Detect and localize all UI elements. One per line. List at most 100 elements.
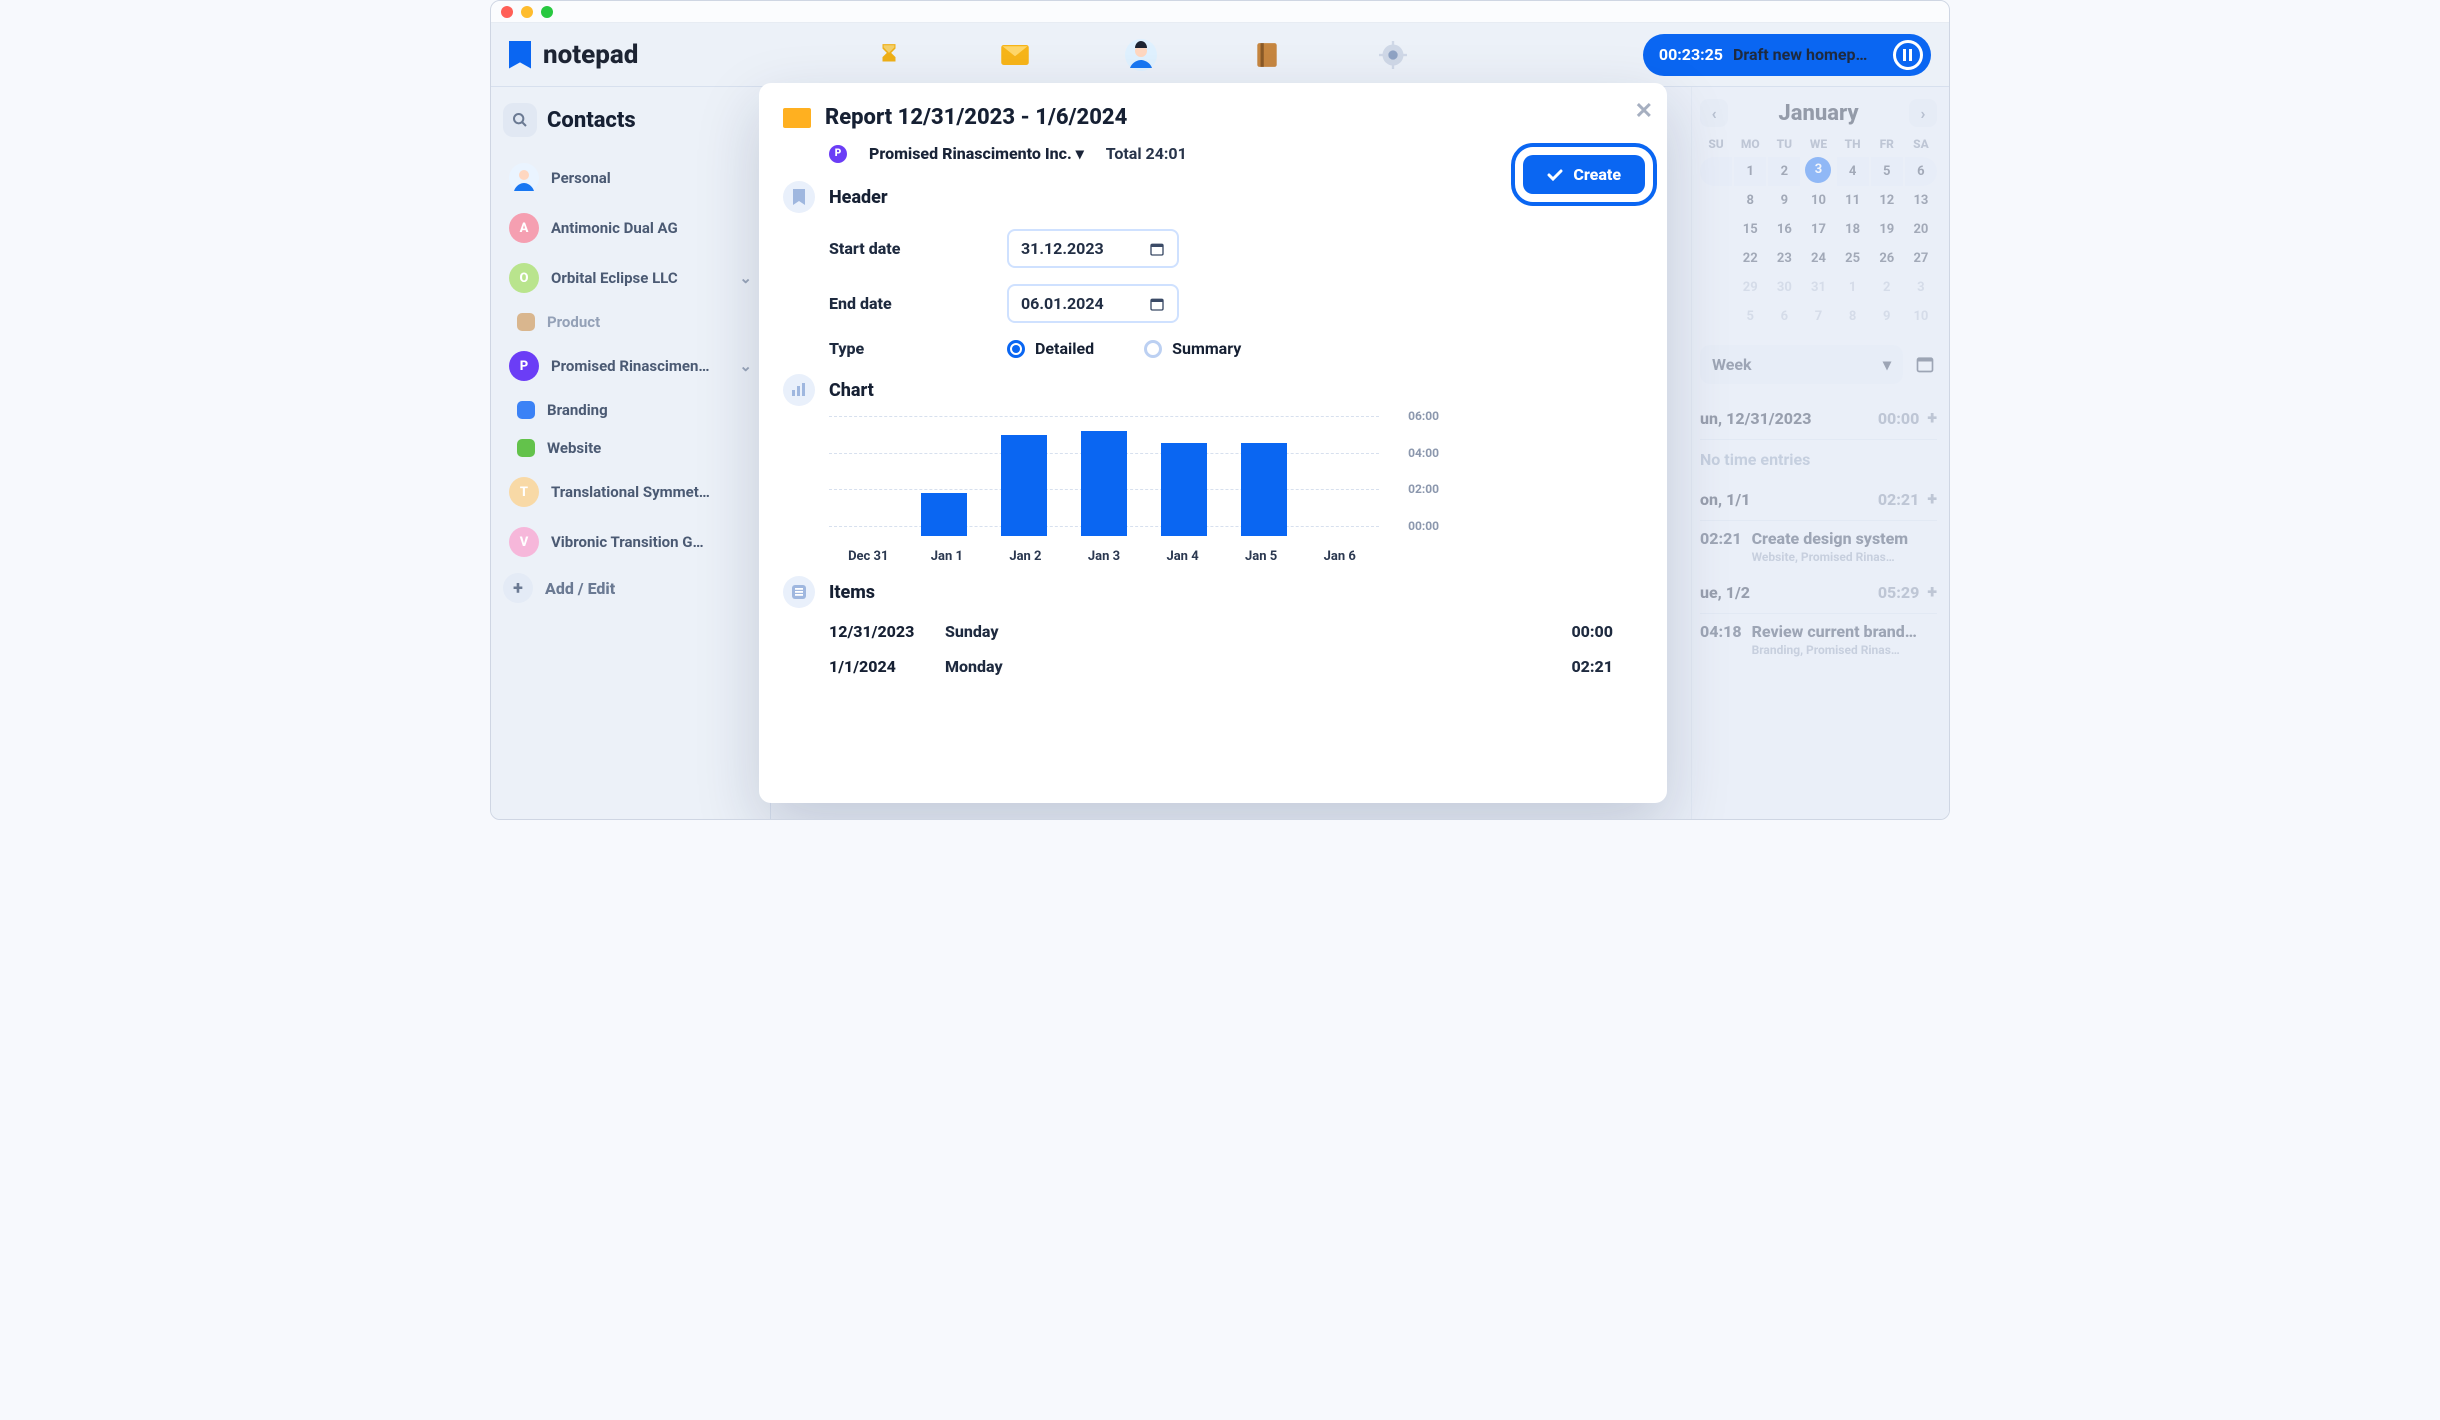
timer-task: Draft new homep… xyxy=(1733,45,1883,64)
create-button[interactable]: Create xyxy=(1523,155,1645,194)
radio-detailed[interactable]: Detailed xyxy=(1007,339,1094,358)
calendar-cell[interactable] xyxy=(1700,157,1732,186)
calendar-cell[interactable]: 5 xyxy=(1871,157,1903,186)
calendar-cell[interactable]: 19 xyxy=(1871,215,1903,244)
calendar-cell[interactable]: 2 xyxy=(1768,157,1800,186)
calendar-cell[interactable]: 30 xyxy=(1768,273,1800,302)
client-badge: O xyxy=(509,263,539,293)
entry-day: ue, 1/2 05:29 + xyxy=(1700,572,1937,614)
calendar-cell[interactable]: 10 xyxy=(1802,186,1834,215)
start-date-input[interactable]: 31.12.2023 xyxy=(1007,229,1179,268)
calendar-cell[interactable]: 12 xyxy=(1871,186,1903,215)
calendar-cell[interactable]: 25 xyxy=(1837,244,1869,273)
calendar-cell[interactable]: 24 xyxy=(1802,244,1834,273)
calendar-cell[interactable]: 2 xyxy=(1871,273,1903,302)
nav-settings-icon[interactable] xyxy=(1376,38,1410,72)
pause-button[interactable] xyxy=(1893,40,1923,70)
window-max-dot[interactable] xyxy=(541,6,553,18)
sidebar-add-edit[interactable]: + Add / Edit xyxy=(503,573,758,603)
month-prev-icon[interactable]: ‹ xyxy=(1700,99,1728,127)
sidebar-item-personal[interactable]: Personal xyxy=(503,153,758,203)
calendar-cell[interactable] xyxy=(1700,273,1732,302)
calendar-cell[interactable]: 26 xyxy=(1871,244,1903,273)
calendar-cell[interactable]: 1 xyxy=(1734,157,1766,186)
nav-mail-icon[interactable] xyxy=(998,38,1032,72)
calendar-cell[interactable]: 16 xyxy=(1768,215,1800,244)
calendar-cell[interactable]: 31 xyxy=(1802,273,1834,302)
create-highlight: Create xyxy=(1511,143,1657,206)
item-date: 12/31/2023 xyxy=(829,622,925,641)
calendar-cell[interactable]: 8 xyxy=(1837,302,1869,331)
calendar-cell[interactable]: 7 xyxy=(1802,302,1834,331)
no-entries: No time entries xyxy=(1700,440,1937,479)
nav-hourglass-icon[interactable] xyxy=(872,38,906,72)
task-duration: 04:18 xyxy=(1700,622,1742,657)
calendar-cell[interactable]: 6 xyxy=(1905,157,1937,186)
calendar-cell[interactable]: 18 xyxy=(1837,215,1869,244)
sidebar-item-orbital[interactable]: O Orbital Eclipse LLC ⌄ xyxy=(503,253,758,303)
add-entry-icon[interactable]: + xyxy=(1927,408,1937,429)
items-list: 12/31/2023Sunday00:001/1/2024Monday02:21 xyxy=(829,614,1643,684)
client-name[interactable]: Promised Rinascimento Inc. ▾ xyxy=(869,144,1084,163)
item-duration: 02:21 xyxy=(1571,657,1613,676)
sidebar-item-translational[interactable]: T Translational Symmet… xyxy=(503,467,758,517)
week-select[interactable]: Week ▾ xyxy=(1700,345,1903,384)
entry-task[interactable]: 04:18 Review current brand… Branding, Pr… xyxy=(1700,614,1937,665)
chart-icon xyxy=(783,374,815,406)
chevron-down-icon: ⌄ xyxy=(739,357,752,375)
radio-label: Detailed xyxy=(1035,339,1094,358)
calendar-cell[interactable]: 9 xyxy=(1871,302,1903,331)
calendar-cell[interactable]: 13 xyxy=(1905,186,1937,215)
entry-task[interactable]: 02:21 Create design system Website, Prom… xyxy=(1700,521,1937,572)
month-next-icon[interactable]: › xyxy=(1909,99,1937,127)
calendar-cell[interactable]: 8 xyxy=(1734,186,1766,215)
calendar-icon[interactable] xyxy=(1915,354,1937,376)
bookmark-icon xyxy=(783,181,815,213)
add-entry-icon[interactable]: + xyxy=(1927,582,1937,603)
sidebar-item-label: Product xyxy=(547,313,600,331)
calendar-cell[interactable] xyxy=(1700,186,1732,215)
sidebar-item-vibronic[interactable]: V Vibronic Transition G… xyxy=(503,517,758,567)
calendar-cell[interactable] xyxy=(1700,215,1732,244)
y-tick: 02:00 xyxy=(1408,482,1439,496)
add-entry-icon[interactable]: + xyxy=(1927,489,1937,510)
calendar-cell[interactable]: 10 xyxy=(1905,302,1937,331)
nav-book-icon[interactable] xyxy=(1250,38,1284,72)
sidebar-subitem-branding[interactable]: Branding xyxy=(503,391,758,429)
calendar-cell[interactable]: 20 xyxy=(1905,215,1937,244)
calendar-cell[interactable]: 23 xyxy=(1768,244,1800,273)
calendar-cell[interactable] xyxy=(1700,302,1732,331)
calendar-cell[interactable]: 17 xyxy=(1802,215,1834,244)
sidebar-subitem-website[interactable]: Website xyxy=(503,429,758,467)
calendar-cell[interactable]: 1 xyxy=(1837,273,1869,302)
calendar-cell[interactable] xyxy=(1700,244,1732,273)
calendar-cell[interactable]: 27 xyxy=(1905,244,1937,273)
calendar-cell[interactable]: 3 xyxy=(1805,157,1831,183)
radio-summary[interactable]: Summary xyxy=(1144,339,1241,358)
window-close-dot[interactable] xyxy=(501,6,513,18)
sidebar-item-promised[interactable]: P Promised Rinascimen… ⌄ xyxy=(503,341,758,391)
nav-avatar-icon[interactable] xyxy=(1124,38,1158,72)
end-date-input[interactable]: 06.01.2024 xyxy=(1007,284,1179,323)
calendar-cell[interactable]: 5 xyxy=(1734,302,1766,331)
chevron-down-icon: ▾ xyxy=(1076,144,1084,163)
sidebar-subitem-product[interactable]: Product xyxy=(503,303,758,341)
x-tick: Jan 2 xyxy=(986,549,1065,564)
close-icon[interactable]: ✕ xyxy=(1635,99,1653,124)
item-date: 1/1/2024 xyxy=(829,657,925,676)
calendar-cell[interactable]: 4 xyxy=(1837,157,1869,186)
timer-pill[interactable]: 00:23:25 Draft new homep… xyxy=(1643,34,1931,76)
calendar-cell[interactable]: 11 xyxy=(1837,186,1869,215)
calendar-cell[interactable]: 15 xyxy=(1734,215,1766,244)
calendar-cell[interactable]: 22 xyxy=(1734,244,1766,273)
calendar-cell[interactable]: 9 xyxy=(1768,186,1800,215)
calendar-cell[interactable]: 3 xyxy=(1905,273,1937,302)
search-icon[interactable] xyxy=(503,103,537,137)
calendar-cell[interactable]: 6 xyxy=(1768,302,1800,331)
y-tick: 06:00 xyxy=(1408,409,1439,423)
sidebar-item-antimonic[interactable]: A Antimonic Dual AG xyxy=(503,203,758,253)
check-icon xyxy=(1547,169,1563,181)
calendar-cell[interactable]: 29 xyxy=(1734,273,1766,302)
section-chart: Chart xyxy=(829,380,874,401)
window-min-dot[interactable] xyxy=(521,6,533,18)
